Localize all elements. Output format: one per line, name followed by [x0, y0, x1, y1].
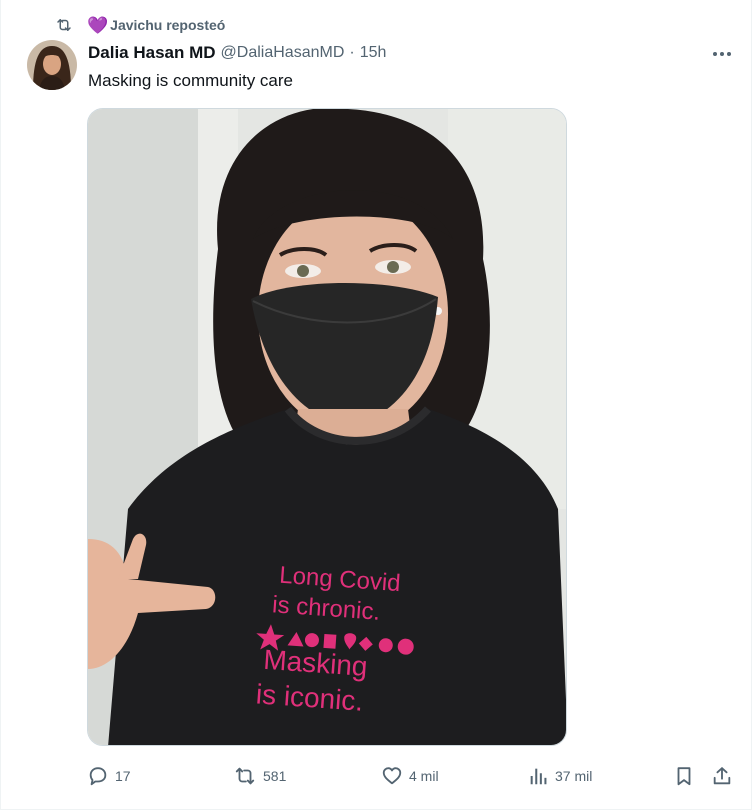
repost-button[interactable]: 581: [233, 762, 286, 790]
more-icon: [712, 44, 732, 62]
views-icon: [527, 765, 549, 787]
bookmark-button[interactable]: [673, 762, 695, 790]
tweet-text: Masking is community care: [88, 71, 294, 90]
author-name[interactable]: Dalia Hasan MD: [88, 43, 216, 63]
heart-icon: [381, 765, 403, 787]
tweet-header: Dalia Hasan MD @DaliaHasanMD · 15h: [88, 42, 731, 64]
avatar[interactable]: [27, 40, 77, 90]
repost-icon: [233, 765, 257, 787]
heart-emoji-icon: 💜: [87, 15, 109, 35]
tweet-media-photo[interactable]: Long Covid is chronic. Masking is iconic…: [87, 108, 567, 746]
repost-count: 581: [263, 768, 287, 784]
tweet-card[interactable]: 💜 Javichu reposteó Dalia Hasan MD @Dalia…: [0, 0, 752, 810]
repost-icon: [55, 16, 73, 34]
like-button[interactable]: 4 mil: [381, 762, 439, 790]
reply-button[interactable]: 17: [87, 762, 131, 790]
more-options-button[interactable]: [711, 42, 733, 64]
views-button[interactable]: 37 mil: [527, 762, 592, 790]
repost-label: Javichu reposteó: [110, 17, 226, 33]
reply-icon: [87, 765, 109, 787]
share-icon: [711, 765, 733, 787]
repost-indicator[interactable]: 💜 Javichu reposteó: [55, 14, 225, 36]
author-handle[interactable]: @DaliaHasanMD: [221, 44, 345, 62]
separator-dot: ·: [349, 44, 355, 61]
tweet-time[interactable]: 15h: [360, 44, 387, 62]
bookmark-icon: [673, 765, 695, 787]
reply-count: 17: [115, 768, 131, 784]
views-count: 37 mil: [555, 768, 593, 784]
tweet-actions: 17 581 4 mil 37 mil: [87, 762, 737, 790]
like-count: 4 mil: [409, 768, 439, 784]
share-button[interactable]: [711, 762, 733, 790]
